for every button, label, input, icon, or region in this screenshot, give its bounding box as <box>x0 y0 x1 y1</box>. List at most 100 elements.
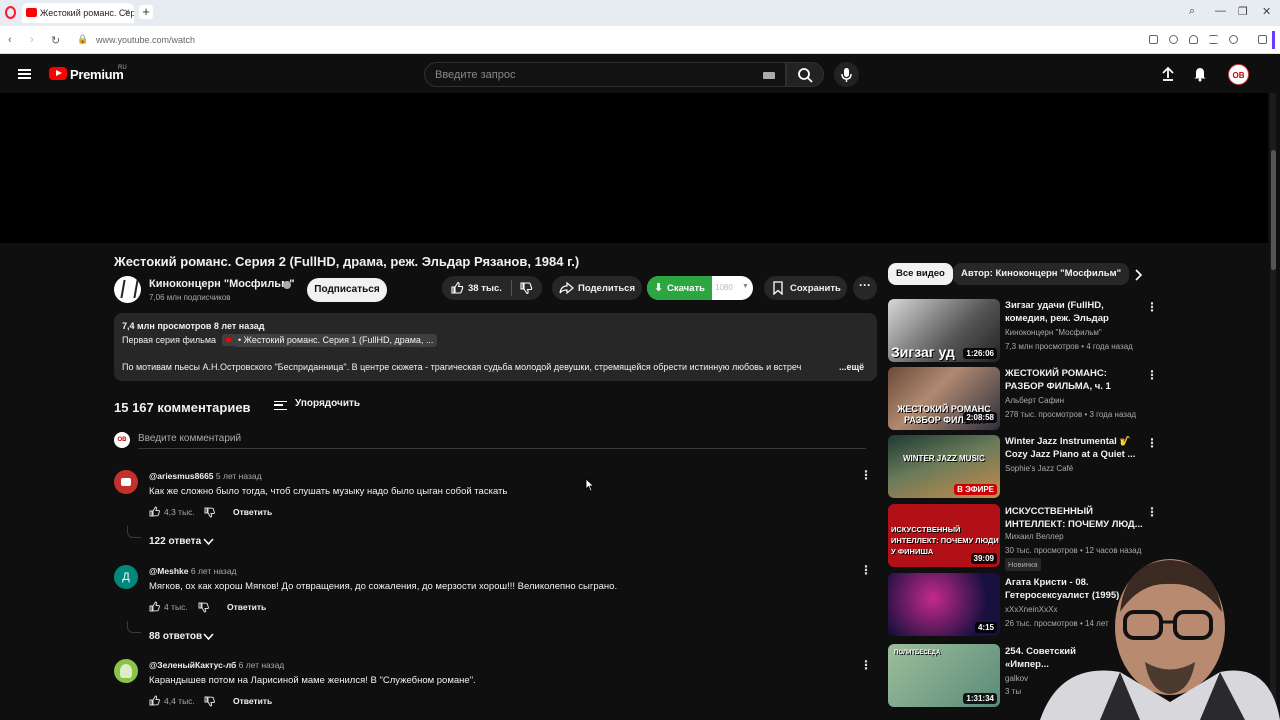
close-window-icon[interactable]: ✕ <box>1262 5 1271 18</box>
comment-menu-icon[interactable]: ⋮ <box>860 658 872 672</box>
heart-icon[interactable] <box>1189 35 1198 44</box>
rec-menu-icon[interactable]: ⋮ <box>1146 368 1158 382</box>
logo-text[interactable]: Premium <box>70 67 124 82</box>
channel-avatar[interactable] <box>114 276 141 303</box>
comment-dislike-icon[interactable] <box>198 602 209 613</box>
comment-reply-button[interactable]: Ответить <box>233 507 272 517</box>
channel-name[interactable]: Киноконцерн "Мосфильм" <box>149 278 294 290</box>
like-divider <box>511 280 512 296</box>
opera-logo-icon[interactable] <box>5 6 16 19</box>
subscriber-count: 7,06 млн подписчиков <box>149 293 231 302</box>
account-avatar[interactable]: ОВ <box>1228 64 1249 85</box>
download-main[interactable]: ⬇ Скачать <box>647 276 712 300</box>
cactus-avatar-icon <box>120 664 132 678</box>
share-button[interactable]: Поделиться <box>552 276 642 300</box>
rec-thumbnail[interactable]: ПОЛИТБЕСЕДА 1:31:34 <box>888 644 1000 707</box>
chevron-down-icon[interactable] <box>203 633 214 641</box>
rec-menu-icon[interactable]: ⋮ <box>1146 436 1158 450</box>
show-more-link[interactable]: ...ещё <box>839 362 864 372</box>
youtube-logo-icon[interactable] <box>49 67 67 80</box>
video-player[interactable] <box>0 93 1268 243</box>
comment-avatar[interactable]: Д <box>114 565 138 589</box>
replies-toggle[interactable]: 88 ответов <box>149 631 202 642</box>
comment-input[interactable]: Введите комментарий <box>138 433 241 444</box>
comment-author[interactable]: @Meshke 6 лет назад <box>149 566 237 576</box>
comment-menu-icon[interactable]: ⋮ <box>860 468 872 482</box>
chevron-down-icon[interactable]: ▼ <box>742 283 749 290</box>
rec-channel[interactable]: Альберт Сафин <box>1005 396 1064 405</box>
comment-reply-button[interactable]: Ответить <box>233 696 272 706</box>
new-tab-button[interactable]: + <box>139 5 153 19</box>
menu-icon[interactable] <box>18 69 31 79</box>
like-icon[interactable] <box>450 281 464 295</box>
rec-thumbnail[interactable]: Зигзаг уд 1:26:06 <box>888 299 1000 362</box>
rec-menu-icon[interactable]: ⋮ <box>1146 300 1158 314</box>
back-icon[interactable]: ‹ <box>8 34 12 46</box>
comment-like-icon[interactable] <box>149 601 160 612</box>
rec-meta: 278 тыс. просмотров • 3 года назад <box>1005 410 1137 419</box>
comment-menu-icon[interactable]: ⋮ <box>860 563 872 577</box>
rec-thumbnail[interactable]: ИСКУССТВЕННЫЙ ИНТЕЛЛЕКТ: ПОЧЕМУ ЛЮДИ У Ф… <box>888 504 1000 567</box>
comment-avatar[interactable] <box>114 470 138 494</box>
download-quality[interactable]: 1080 <box>715 283 733 292</box>
rec-title[interactable]: ИСКУССТВЕННЫЙ ИНТЕЛЛЕКТ: ПОЧЕМУ ЛЮД... <box>1005 505 1145 532</box>
keyboard-icon[interactable] <box>763 72 775 79</box>
rec-title[interactable]: Зигзаг удачи (FullHD, комедия, реж. Эльд… <box>1005 299 1145 326</box>
chip-all-videos[interactable]: Все видео <box>888 263 953 285</box>
rec-thumbnail[interactable]: 4:15 <box>888 573 1000 636</box>
save-button[interactable]: Сохранить <box>764 276 847 300</box>
browser-tab[interactable]: Жестокий романс. Серия × <box>22 3 134 23</box>
sort-icon[interactable] <box>274 401 287 410</box>
search-placeholder: Введите запрос <box>435 69 516 81</box>
search-button[interactable] <box>786 62 824 87</box>
comment-like-icon[interactable] <box>149 506 160 517</box>
comment-like-icon[interactable] <box>149 695 160 706</box>
rec-menu-icon[interactable]: ⋮ <box>1146 505 1158 519</box>
upload-icon[interactable] <box>1160 66 1176 82</box>
chevron-down-icon[interactable] <box>203 538 214 546</box>
lock-icon: 🔒 <box>77 34 89 44</box>
camera-icon[interactable] <box>1149 35 1158 44</box>
rec-thumbnail[interactable]: ЖЕСТОКИЙ РОМАНС РАЗБОР ФИЛЬМА 2:08:58 <box>888 367 1000 430</box>
rec-title[interactable]: Winter Jazz Instrumental 🎷 Cozy Jazz Pia… <box>1005 435 1145 462</box>
comment-author[interactable]: @ЗеленыйКактус-лб 6 лет назад <box>149 660 284 670</box>
subscribe-button[interactable]: Подписаться <box>307 278 387 302</box>
voice-search-button[interactable] <box>834 62 859 87</box>
rec-channel[interactable]: Киноконцерн "Мосфильм" <box>1005 328 1102 337</box>
account-icon[interactable] <box>1229 35 1238 44</box>
reload-icon[interactable]: ↻ <box>51 34 60 47</box>
description-box[interactable]: 7,4 млн просмотров 8 лет назад Первая се… <box>114 313 877 381</box>
comment-time: 6 лет назад <box>238 660 285 670</box>
search-tabs-icon[interactable]: ⌕ <box>1189 5 1195 18</box>
comment-avatar[interactable] <box>114 659 138 683</box>
extensions-icon[interactable] <box>1258 35 1267 44</box>
prev-episode-link[interactable]: • Жестокий романс. Серия 1 (FullHD, драм… <box>234 334 438 347</box>
chevron-right-icon[interactable] <box>1134 269 1144 281</box>
rec-title[interactable]: ЖЕСТОКИЙ РОМАНС: РАЗБОР ФИЛЬМА, ч. 1 <box>1005 367 1145 394</box>
dislike-icon[interactable] <box>519 282 533 296</box>
scrollbar-thumb[interactable] <box>1271 150 1276 270</box>
comment-dislike-icon[interactable] <box>204 696 215 707</box>
chip-channel[interactable]: Автор: Киноконцерн "Мосфильм" <box>953 263 1130 285</box>
comment-reply-button[interactable]: Ответить <box>227 602 266 612</box>
replies-toggle[interactable]: 122 ответа <box>149 536 201 547</box>
more-actions-button[interactable]: ··· <box>853 276 877 300</box>
comment-author[interactable]: @ariesmus8665 5 лет назад <box>149 471 262 481</box>
like-count[interactable]: 38 тыс. <box>468 283 502 294</box>
close-tab-icon[interactable]: × <box>124 7 130 18</box>
bell-icon[interactable] <box>1192 66 1208 82</box>
minimize-icon[interactable]: — <box>1215 5 1226 17</box>
list-icon[interactable] <box>1209 35 1218 44</box>
tab-title: Жестокий романс. Серия <box>40 8 134 18</box>
forward-icon[interactable]: › <box>30 34 34 46</box>
url-text[interactable]: www.youtube.com/watch <box>96 35 195 45</box>
rec-channel[interactable]: Михаил Веллер <box>1005 532 1064 541</box>
maximize-icon[interactable]: ❐ <box>1238 5 1248 18</box>
comment-dislike-icon[interactable] <box>204 507 215 518</box>
sort-button[interactable]: Упорядочить <box>295 398 360 409</box>
download-button[interactable]: ⬇ Скачать 1080 ▼ <box>647 276 753 300</box>
rec-thumbnail[interactable]: WINTER JAZZ MUSIC В ЭФИРЕ <box>888 435 1000 498</box>
rec-channel[interactable]: Sophie's Jazz Café <box>1005 464 1073 473</box>
search-input[interactable]: Введите запрос <box>424 62 786 87</box>
shield-icon[interactable] <box>1169 35 1178 44</box>
